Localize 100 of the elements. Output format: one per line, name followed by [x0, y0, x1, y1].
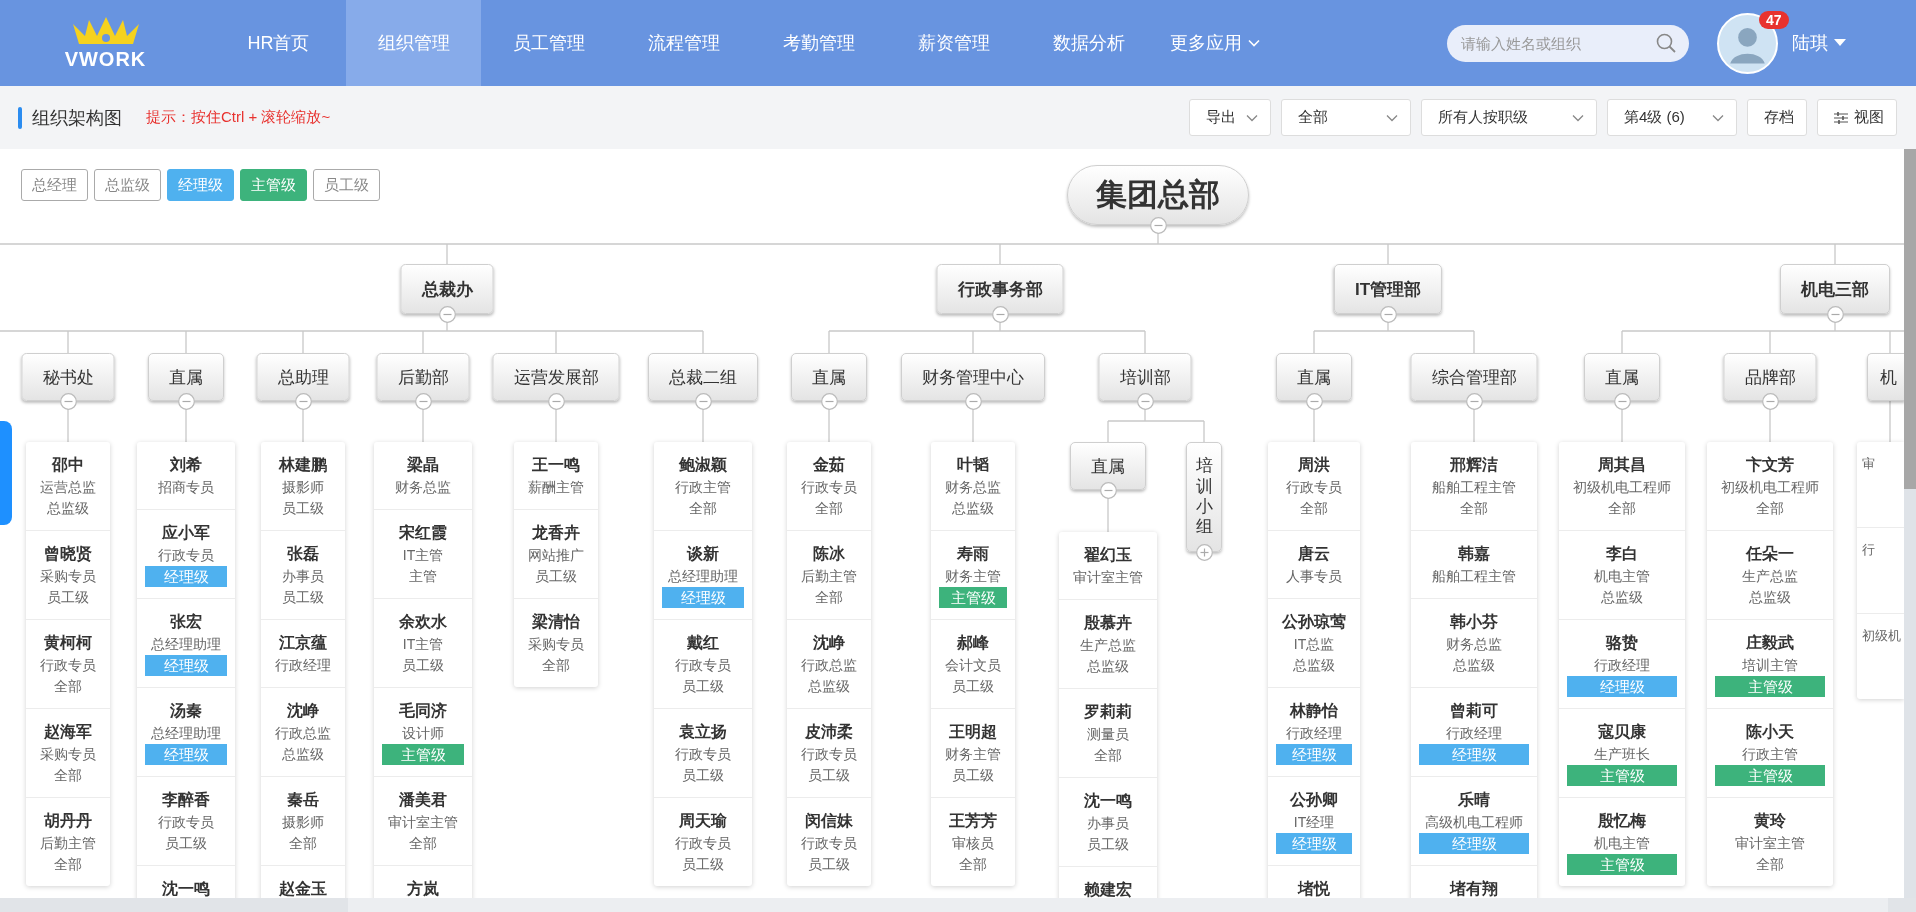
- staff-name: 戴红: [686, 633, 720, 653]
- staff-title: 机电主管: [1593, 567, 1651, 586]
- filter-dropdown[interactable]: 所有人按职级: [1421, 99, 1597, 136]
- horizontal-scrollbar[interactable]: [0, 898, 1916, 912]
- staff-title: 机电主管: [1593, 834, 1651, 853]
- staff-title: IT经理: [1292, 813, 1336, 832]
- nav-tab[interactable]: 组织管理: [346, 0, 481, 86]
- staff-title: 行政经理: [1285, 724, 1343, 743]
- nav-tab[interactable]: 员工管理: [481, 0, 616, 86]
- staff-grade: 员工级: [681, 855, 725, 874]
- staff-title: 总经理助理: [667, 567, 739, 586]
- staff-title: 行政主管: [674, 478, 732, 497]
- search-field[interactable]: 请输入姓名或组织: [1447, 24, 1689, 62]
- filter-dropdown[interactable]: 全部: [1281, 99, 1411, 136]
- staff-grade: 总监级: [1600, 588, 1644, 607]
- staff-name: 乐晴: [1457, 790, 1491, 810]
- staff-name: 汤秦: [169, 701, 203, 721]
- staff-grade: 总监级: [46, 499, 90, 518]
- grade-badge: 经理级: [145, 566, 227, 587]
- grade-badge: 经理级: [1276, 744, 1352, 765]
- staff-grade: 全部: [288, 834, 318, 853]
- staff-name: 沈峥: [812, 633, 846, 653]
- staff-name: 梁清怡: [531, 612, 581, 632]
- grade-badge: 主管级: [939, 587, 1007, 608]
- nav-tab[interactable]: 数据分析: [1021, 0, 1156, 86]
- staff-name: 余欢水: [398, 612, 448, 632]
- view-button[interactable]: 视图: [1817, 99, 1897, 136]
- grade-badge: 主管级: [1567, 854, 1677, 875]
- level-chip[interactable]: 主管级: [240, 169, 307, 201]
- staff-name: 李白: [1605, 544, 1639, 564]
- unit-node: 综合管理部: [1410, 353, 1538, 401]
- staff-title: 行政专员: [674, 656, 732, 675]
- department-node: 机电三部: [1780, 264, 1890, 314]
- nav-tab[interactable]: HR首页: [211, 0, 346, 86]
- staff-title: 财务主管: [944, 567, 1002, 586]
- staff-title: 会计文员: [944, 656, 1002, 675]
- staff-title: 审: [1862, 455, 1876, 473]
- unit-node: 直属: [1070, 442, 1146, 490]
- staff-title: 行政主管: [1741, 745, 1799, 764]
- staff-name: 秦岳: [286, 790, 320, 810]
- staff-name: 陈小天: [1745, 722, 1795, 742]
- staff-name: 唐云: [1297, 544, 1331, 564]
- staff-title: 招商专员: [157, 478, 215, 497]
- staff-name: 邢辉洁: [1449, 455, 1499, 475]
- staff-title: 初级机: [1862, 627, 1902, 645]
- staff-name: 宋红霞: [398, 523, 448, 543]
- level-chip[interactable]: 员工级: [313, 169, 380, 201]
- side-panel-handle[interactable]: [0, 421, 12, 525]
- staff-grade: 全部: [53, 855, 83, 874]
- chevron-down-icon: [1712, 113, 1724, 122]
- filter-dropdown[interactable]: 第4级 (6): [1607, 99, 1737, 136]
- staff-title: IT总监: [1292, 635, 1336, 654]
- staff-title: 网站推广: [527, 546, 585, 565]
- nav-tab[interactable]: 薪资管理: [886, 0, 1021, 86]
- level-chip[interactable]: 总监级: [94, 169, 161, 201]
- nav-tab[interactable]: 考勤管理: [751, 0, 886, 86]
- more-apps-menu[interactable]: 更多应用: [1156, 0, 1274, 86]
- unit-node: 直属: [1276, 353, 1352, 401]
- department-node: 总裁办: [400, 264, 494, 314]
- staff-name: 殷忆梅: [1597, 811, 1647, 831]
- staff-name: 方岚: [406, 879, 440, 898]
- caret-down-icon: [1834, 39, 1846, 47]
- staff-grade: 员工级: [164, 834, 208, 853]
- staff-name: 沈一鸣: [161, 879, 211, 898]
- staff-grade: 员工级: [951, 766, 995, 785]
- staff-title: 行: [1862, 541, 1876, 559]
- staff-name: 周天瑜: [678, 811, 728, 831]
- staff-title: 行政专员: [157, 546, 215, 565]
- staff-title: 审计室主管: [1734, 834, 1806, 853]
- staff-name: 赖建宏: [1083, 880, 1133, 898]
- staff-title: 船舶工程主管: [1431, 478, 1517, 497]
- nav-tab[interactable]: 流程管理: [616, 0, 751, 86]
- level-chip[interactable]: 经理级: [167, 169, 234, 201]
- staff-title: 行政经理: [1445, 724, 1503, 743]
- staff-title: 审计室主管: [1072, 568, 1144, 587]
- staff-title: 行政专员: [800, 745, 858, 764]
- staff-name: 李醉香: [161, 790, 211, 810]
- archive-button[interactable]: 存档: [1747, 99, 1807, 136]
- notification-badge: 47: [1759, 10, 1789, 29]
- search-icon[interactable]: [1656, 32, 1676, 53]
- export-menu-button[interactable]: 导出: [1189, 99, 1271, 136]
- staff-name: 寿雨: [956, 544, 990, 564]
- staff-name: 韩嘉: [1457, 544, 1491, 564]
- department-node: 行政事务部: [936, 264, 1064, 314]
- staff-grade: 总监级: [281, 745, 325, 764]
- staff-title: 财务总监: [1445, 635, 1503, 654]
- user-menu[interactable]: 陆琪: [1792, 0, 1846, 86]
- staff-name: 王一鸣: [531, 455, 581, 475]
- staff-name: 寇贝康: [1597, 722, 1647, 742]
- staff-name: 江京蕴: [278, 633, 328, 653]
- staff-grade: 员工级: [951, 677, 995, 696]
- staff-name: 曾莉可: [1449, 701, 1499, 721]
- level-chip[interactable]: 总经理: [21, 169, 88, 201]
- grade-badge: 主管级: [382, 744, 464, 765]
- staff-title: 行政专员: [674, 745, 732, 764]
- vertical-scrollbar[interactable]: [1904, 149, 1916, 898]
- staff-title: 测量员: [1086, 725, 1130, 744]
- unit-node: 运营发展部: [492, 353, 620, 401]
- staff-title: 采购专员: [39, 745, 97, 764]
- root-node: 集团总部: [1067, 165, 1249, 225]
